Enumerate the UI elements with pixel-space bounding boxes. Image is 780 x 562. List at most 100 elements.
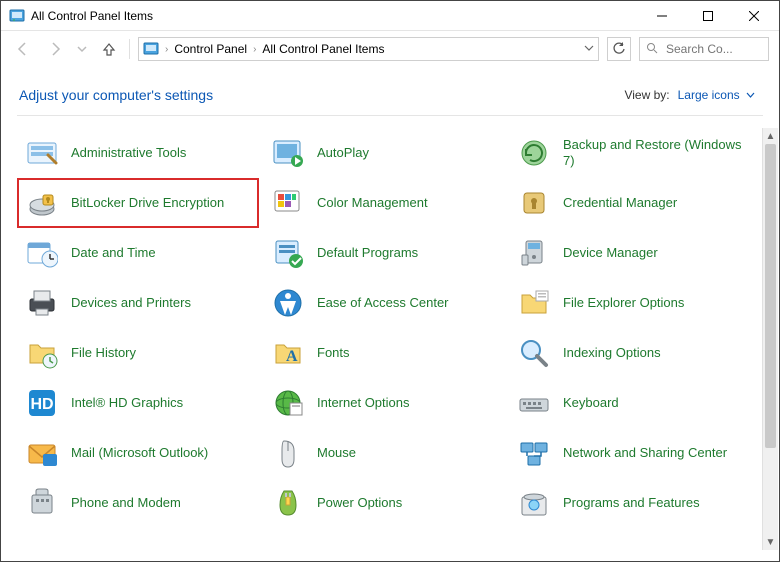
chevron-right-icon[interactable]: › xyxy=(253,44,256,55)
cpl-item-label: Intel® HD Graphics xyxy=(71,395,183,411)
cpl-item-color-management[interactable]: Color Management xyxy=(263,178,505,228)
phone-modem-icon xyxy=(25,486,59,520)
header-divider xyxy=(17,115,763,116)
cpl-item-label: Administrative Tools xyxy=(71,145,186,161)
cpl-item-ease-of-access[interactable]: Ease of Access Center xyxy=(263,278,505,328)
recent-locations-dropdown[interactable] xyxy=(75,37,89,61)
scroll-down-icon[interactable]: ▼ xyxy=(763,534,778,550)
nav-separator xyxy=(129,39,130,59)
scroll-thumb[interactable] xyxy=(765,144,776,448)
scroll-up-icon[interactable]: ▲ xyxy=(763,128,778,144)
forward-button[interactable] xyxy=(43,37,67,61)
cpl-item-internet-options[interactable]: Internet Options xyxy=(263,378,505,428)
cpl-item-label: Color Management xyxy=(317,195,428,211)
maximize-button[interactable] xyxy=(685,1,731,31)
cpl-item-label: Power Options xyxy=(317,495,402,511)
adjust-settings-heading: Adjust your computer's settings xyxy=(19,87,213,103)
nav-row: › Control Panel › All Control Panel Item… xyxy=(1,31,779,67)
cpl-item-date-time[interactable]: Date and Time xyxy=(17,228,259,278)
cpl-item-phone-modem[interactable]: Phone and Modem xyxy=(17,478,259,528)
cpl-item-credential-manager[interactable]: Credential Manager xyxy=(509,178,751,228)
chevron-right-icon[interactable]: › xyxy=(165,44,168,55)
view-by-control: View by: Large icons xyxy=(624,88,755,102)
programs-features-icon xyxy=(517,486,551,520)
intel-graphics-icon xyxy=(25,386,59,420)
titlebar: All Control Panel Items xyxy=(1,1,779,31)
view-by-value: Large icons xyxy=(678,88,740,102)
file-explorer-options-icon xyxy=(517,286,551,320)
bitlocker-icon xyxy=(25,186,59,220)
cpl-item-intel-hd-graphics[interactable]: Intel® HD Graphics xyxy=(17,378,259,428)
internet-options-icon xyxy=(271,386,305,420)
cpl-item-file-history[interactable]: File History xyxy=(17,328,259,378)
vertical-scrollbar[interactable]: ▲ ▼ xyxy=(762,128,778,550)
cpl-item-label: File History xyxy=(71,345,136,361)
content-pane: Adjust your computer's settings View by:… xyxy=(1,69,779,561)
breadcrumb-current[interactable]: All Control Panel Items xyxy=(262,42,384,56)
ease-of-access-icon xyxy=(271,286,305,320)
cpl-item-label: File Explorer Options xyxy=(563,295,684,311)
cpl-item-mouse[interactable]: Mouse xyxy=(263,428,505,478)
cpl-item-devices-printers[interactable]: Devices and Printers xyxy=(17,278,259,328)
cpl-item-label: Indexing Options xyxy=(563,345,661,361)
cpl-item-power-options[interactable]: Power Options xyxy=(263,478,505,528)
cpl-item-label: Phone and Modem xyxy=(71,495,181,511)
cpl-item-file-explorer-options[interactable]: File Explorer Options xyxy=(509,278,751,328)
cpl-item-label: Network and Sharing Center xyxy=(563,445,727,461)
scroll-track[interactable] xyxy=(763,144,778,534)
cpl-item-label: Device Manager xyxy=(563,245,658,261)
mouse-icon xyxy=(271,436,305,470)
view-by-dropdown[interactable]: Large icons xyxy=(678,88,755,102)
cpl-item-label: Programs and Features xyxy=(563,495,700,511)
autoplay-icon xyxy=(271,136,305,170)
back-button[interactable] xyxy=(11,37,35,61)
view-by-label: View by: xyxy=(624,88,669,102)
cpl-item-label: AutoPlay xyxy=(317,145,369,161)
address-history-dropdown[interactable] xyxy=(584,42,594,56)
cpl-item-backup-restore[interactable]: Backup and Restore (Windows 7) xyxy=(509,128,751,178)
cpl-item-bitlocker[interactable]: BitLocker Drive Encryption xyxy=(17,178,259,228)
cpl-item-mail[interactable]: Mail (Microsoft Outlook) xyxy=(17,428,259,478)
keyboard-icon xyxy=(517,386,551,420)
cpl-item-label: Credential Manager xyxy=(563,195,677,211)
close-button[interactable] xyxy=(731,1,777,31)
cpl-item-label: Mouse xyxy=(317,445,356,461)
minimize-button[interactable] xyxy=(639,1,685,31)
cpl-item-label: Mail (Microsoft Outlook) xyxy=(71,445,208,461)
mail-icon xyxy=(25,436,59,470)
items-grid: Administrative Tools AutoPlay Backup and R… xyxy=(17,128,769,528)
cpl-item-programs-features[interactable]: Programs and Features xyxy=(509,478,751,528)
cpl-item-administrative-tools[interactable]: Administrative Tools xyxy=(17,128,259,178)
address-bar[interactable]: › Control Panel › All Control Panel Item… xyxy=(138,37,599,61)
cpl-item-autoplay[interactable]: AutoPlay xyxy=(263,128,505,178)
cpl-item-fonts[interactable]: Fonts xyxy=(263,328,505,378)
cpl-item-device-manager[interactable]: Device Manager xyxy=(509,228,751,278)
cpl-item-network-sharing[interactable]: Network and Sharing Center xyxy=(509,428,751,478)
admin-tools-icon xyxy=(25,136,59,170)
search-input[interactable] xyxy=(664,41,762,57)
control-panel-crumb-icon xyxy=(143,41,159,57)
up-button[interactable] xyxy=(97,37,121,61)
content-header: Adjust your computer's settings View by:… xyxy=(1,69,779,115)
search-icon xyxy=(646,42,658,57)
indexing-options-icon xyxy=(517,336,551,370)
devices-printers-icon xyxy=(25,286,59,320)
date-time-icon xyxy=(25,236,59,270)
control-panel-app-icon xyxy=(9,8,25,24)
cpl-item-default-programs[interactable]: Default Programs xyxy=(263,228,505,278)
cpl-item-keyboard[interactable]: Keyboard xyxy=(509,378,751,428)
refresh-button[interactable] xyxy=(607,37,631,61)
color-management-icon xyxy=(271,186,305,220)
cpl-item-label: Fonts xyxy=(317,345,350,361)
cpl-item-label: Devices and Printers xyxy=(71,295,191,311)
default-programs-icon xyxy=(271,236,305,270)
device-manager-icon xyxy=(517,236,551,270)
fonts-icon xyxy=(271,336,305,370)
breadcrumb-root[interactable]: Control Panel xyxy=(174,42,247,56)
cpl-item-indexing-options[interactable]: Indexing Options xyxy=(509,328,751,378)
window-title: All Control Panel Items xyxy=(31,9,153,23)
network-sharing-icon xyxy=(517,436,551,470)
search-box[interactable] xyxy=(639,37,769,61)
backup-restore-icon xyxy=(517,136,551,170)
file-history-icon xyxy=(25,336,59,370)
